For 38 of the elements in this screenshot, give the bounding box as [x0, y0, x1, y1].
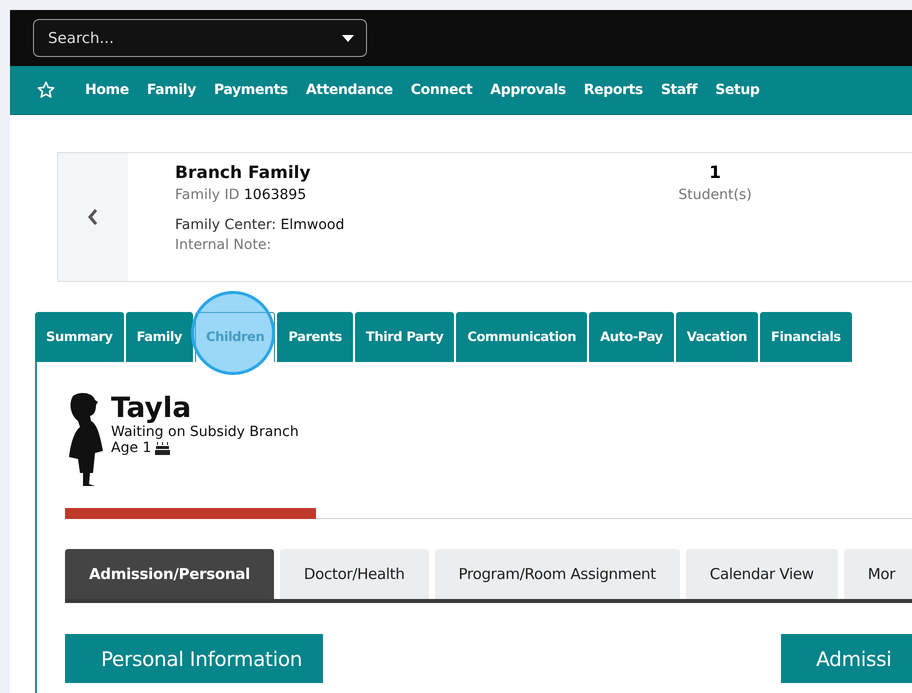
internal-note-label: Internal Note:: [175, 237, 272, 253]
star-icon[interactable]: [37, 81, 55, 99]
tab[interactable]: Summary: [35, 312, 124, 362]
nav-link[interactable]: Payments: [214, 82, 288, 98]
section-header: Personal Information: [65, 634, 324, 683]
nav-link[interactable]: Approvals: [490, 82, 566, 98]
tab[interactable]: Third Party: [354, 312, 454, 362]
tab[interactable]: Family: [126, 312, 194, 362]
caret-icon: [342, 35, 354, 42]
sub-tab[interactable]: Calendar View: [686, 549, 838, 599]
tab[interactable]: Communication: [456, 312, 588, 362]
search-field[interactable]: Search...: [33, 19, 367, 57]
nav-link[interactable]: Staff: [660, 82, 698, 98]
tab[interactable]: Parents: [277, 312, 353, 362]
birthday-cake-icon: [155, 442, 170, 454]
section-header: Admissi: [781, 634, 912, 683]
tab[interactable]: Auto-Pay: [589, 312, 674, 362]
sub-tab[interactable]: Mor: [844, 549, 912, 599]
nav-link[interactable]: Attendance: [306, 82, 393, 98]
child-name: Tayla: [111, 392, 192, 424]
tab[interactable]: Financials: [760, 312, 852, 362]
sub-tab[interactable]: Program/Room Assignment: [434, 549, 680, 599]
sub-tab[interactable]: Admission/Personal: [65, 549, 274, 599]
family-name: Branch Family: [175, 163, 312, 183]
nav-link[interactable]: Setup: [715, 82, 760, 98]
nav-link[interactable]: Reports: [584, 82, 643, 98]
nav-link[interactable]: Connect: [410, 82, 472, 98]
tab[interactable]: Vacation: [676, 312, 758, 362]
child-age: Age 1: [111, 440, 152, 456]
family-center: Family Center: Elmwood: [175, 217, 346, 233]
nav-link[interactable]: Home: [85, 82, 129, 98]
nav-link[interactable]: Family: [146, 82, 196, 98]
family-id: Family ID 1063895: [175, 187, 308, 203]
child-status: Waiting on Subsidy Branch: [111, 424, 299, 440]
chevron-left-icon: [87, 208, 99, 226]
sub-tab[interactable]: Doctor/Health: [280, 549, 429, 599]
student-count: 1: [709, 163, 721, 183]
student-label: Student(s): [678, 187, 752, 203]
